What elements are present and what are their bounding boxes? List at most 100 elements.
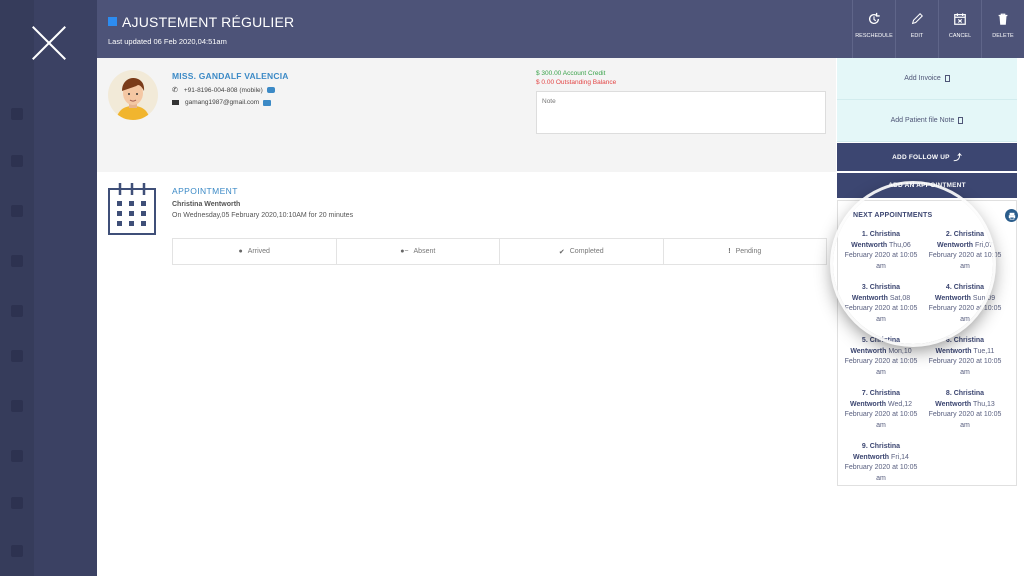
next-appointment-day: Sat,08 <box>889 294 911 302</box>
status-label: Absent <box>413 248 436 255</box>
next-appointment-name-last: Wentworth <box>935 400 972 408</box>
next-appointment-date: February 2020 at 10:05 <box>844 411 918 418</box>
next-appointment-name-last: Wentworth <box>850 400 887 408</box>
patient-phone: +91-8196-004-808 (mobile) <box>183 86 263 94</box>
next-appointment-day: Wed,12 <box>888 400 912 408</box>
cancel-button[interactable]: CANCEL <box>938 0 981 58</box>
add-file-note-button[interactable]: Add Patient file Note <box>837 100 1017 142</box>
next-appointment-ampm: am <box>876 421 886 429</box>
next-appointment-name-first: Christina <box>869 390 901 397</box>
next-appointment-name-last: Wentworth <box>937 241 974 249</box>
dimmed-nav-icon <box>11 497 23 509</box>
add-file-note-label: Add Patient file Note <box>890 117 955 124</box>
next-appointment-item[interactable]: 7. Christina Wentworth Wed,12 February 202… <box>838 389 924 431</box>
next-appointment-item[interactable]: 6. Christina Wentworth Tue,11 February 202… <box>922 336 1008 378</box>
add-appointment-label: ADD AN APPOINTMENT <box>888 182 966 189</box>
sms-icon[interactable] <box>266 87 275 93</box>
envelope-icon <box>172 100 179 105</box>
next-appointment-ampm: am <box>960 368 970 376</box>
status-label: Completed <box>569 248 604 255</box>
add-invoice-button[interactable]: Add Invoice <box>837 58 1017 100</box>
next-appointment-num: 7. <box>861 390 868 397</box>
account-credit: $ 300.00 Account Credit <box>536 70 606 77</box>
edit-button[interactable]: EDIT <box>895 0 938 58</box>
next-appointment-ampm: am <box>876 315 886 323</box>
next-appointment-ampm: am <box>960 421 970 429</box>
next-appointment-name-last: Wentworth <box>851 294 888 302</box>
dimmed-nav-icon <box>11 255 23 267</box>
next-appointment-num: 6. <box>945 337 952 344</box>
reschedule-label: RESCHEDULE <box>855 33 893 39</box>
next-appointment-day: Sun,09 <box>972 294 996 302</box>
phone-icon: ✆ <box>172 87 178 94</box>
cancel-label: CANCEL <box>948 33 972 39</box>
delete-button[interactable]: DELETE <box>981 0 1024 58</box>
next-appointment-date: February 2020 at 10:05 <box>928 252 1002 259</box>
next-appointment-name-first: Christina <box>869 284 901 291</box>
next-appointment-name-first: Christina <box>953 231 985 238</box>
next-appointment-date: February 2020 at 10:05 <box>928 411 1002 418</box>
next-appointment-item[interactable]: 9. Christina Wentworth Fri,14 February 202… <box>838 442 924 484</box>
outstanding-balance: $ 0.00 Outstanding Balance <box>536 79 617 86</box>
add-follow-up-label: ADD FOLLOW UP <box>892 153 950 161</box>
reschedule-icon <box>868 12 880 25</box>
close-icon[interactable] <box>28 22 70 64</box>
backdrop-overlay <box>0 0 97 576</box>
status-pending-button[interactable]: ! Pending <box>664 239 827 264</box>
right-panel: Add Invoice Add Patient file Note ADD FO… <box>836 58 1024 576</box>
send-email-icon[interactable] <box>263 99 272 106</box>
edit-label: EDIT <box>910 33 924 39</box>
print-icon[interactable] <box>1005 209 1018 222</box>
dimmed-nav-icon <box>11 305 23 317</box>
next-appointment-date: February 2020 at 10:05 <box>844 252 918 259</box>
patient-phone-row: ✆ +91-8196-004-808 (mobile) <box>172 86 275 94</box>
calendar-icon <box>108 183 156 235</box>
dimmed-nav-icon <box>11 350 23 362</box>
next-appointment-item[interactable]: 1. Christina Wentworth Thu,06 February 202… <box>838 230 924 272</box>
next-appointment-date: February 2020 at 10:05 <box>844 464 918 471</box>
appointment-heading: APPOINTMENT <box>172 186 238 196</box>
next-appointment-item[interactable]: 4. Christina Wentworth Sun,09 February 202… <box>922 283 1008 325</box>
patient-name[interactable]: MISS. GANDALF VALENCIA <box>172 71 289 81</box>
next-appointment-day: Thu,06 <box>889 241 911 249</box>
pencil-icon <box>911 13 923 25</box>
status-selector: ● Arrived ●− Absent ✔ Completed ! Pendin… <box>172 238 827 265</box>
status-arrived-button[interactable]: ● Arrived <box>173 239 337 264</box>
next-appointment-day: Thu,13 <box>973 400 995 408</box>
patient-avatar <box>108 70 158 120</box>
delete-label: DELETE <box>992 33 1014 39</box>
next-appointment-item[interactable]: 8. Christina Wentworth Thu,13 February 202… <box>922 389 1008 431</box>
next-appointment-name-first: Christina <box>869 443 901 450</box>
note-field[interactable] <box>536 91 826 134</box>
next-appointment-day: Fri,14 <box>891 453 909 461</box>
next-appointment-name-last: Wentworth <box>935 347 972 355</box>
next-appointment-name-last: Wentworth <box>934 294 971 302</box>
status-label: Arrived <box>247 248 270 255</box>
next-appointment-num: 8. <box>945 390 952 397</box>
add-follow-up-button[interactable]: ADD FOLLOW UP ⤴ <box>837 143 1017 171</box>
next-appointment-ampm: am <box>960 262 970 270</box>
page-title: AJUSTEMENT RÉGULIER <box>122 14 295 30</box>
document-icon <box>944 75 950 82</box>
next-appointments-title: NEXT APPOINTMENTS <box>853 212 933 219</box>
next-appointment-num: 4. <box>945 284 952 291</box>
next-appointment-item[interactable]: 2. Christina Wentworth Fri,07 February 202… <box>922 230 1008 272</box>
next-appointment-date: February 2020 at 10:05 <box>928 305 1002 312</box>
next-appointment-item[interactable]: 3. Christina Wentworth Sat,08 February 202… <box>838 283 924 325</box>
status-absent-button[interactable]: ●− Absent <box>337 239 500 264</box>
dimmed-nav-icon <box>11 155 23 167</box>
next-appointment-item[interactable]: 5. Christina Wentworth Mon,10 February 202… <box>838 336 924 378</box>
status-completed-button[interactable]: ✔ Completed <box>500 239 664 264</box>
exclamation-icon: ! <box>728 248 731 255</box>
dimmed-nav-icon <box>11 450 23 462</box>
next-appointment-name-first: Christina <box>869 231 901 238</box>
next-appointment-name-first: Christina <box>953 284 985 291</box>
next-appointment-day: Tue,11 <box>973 347 995 355</box>
next-appointment-name-first: Christina <box>953 390 985 397</box>
add-appointment-button[interactable]: ADD AN APPOINTMENT <box>837 173 1017 198</box>
next-appointment-num: 1. <box>861 231 868 238</box>
document-icon <box>958 117 964 124</box>
next-appointment-num: 9. <box>861 443 868 450</box>
reschedule-button[interactable]: RESCHEDULE <box>852 0 895 58</box>
person-remove-icon: ●− <box>400 248 409 255</box>
